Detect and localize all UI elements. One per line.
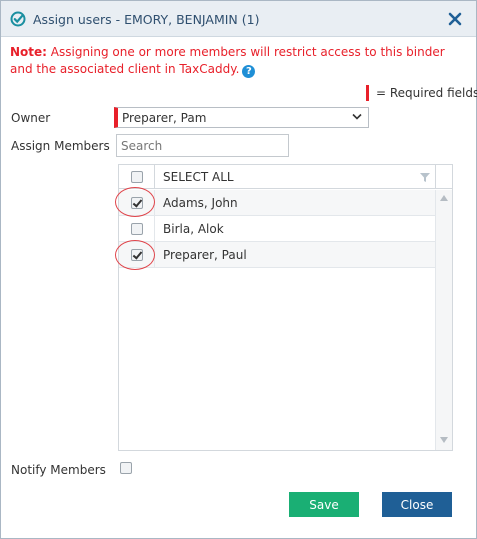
note-text: Assigning one or more members will restr… (10, 45, 445, 76)
assign-members-label: Assign Members (11, 139, 110, 153)
member-checkbox-birla-alok[interactable] (131, 223, 143, 235)
owner-select[interactable]: Preparer, Pam (114, 107, 369, 128)
member-checkbox-adams-john[interactable] (131, 197, 143, 209)
dialog-title: Assign users - EMORY, BENJAMIN (1) (33, 12, 260, 27)
note-label: Note: (10, 45, 47, 59)
save-button[interactable]: Save (289, 492, 359, 517)
member-row[interactable]: Adams, John (119, 190, 435, 216)
required-marker (366, 85, 369, 101)
member-search-input[interactable] (116, 134, 289, 157)
close-button[interactable]: Close (382, 492, 452, 517)
filter-icon[interactable] (420, 173, 430, 182)
column-divider (154, 165, 155, 189)
notify-members-label: Notify Members (11, 463, 106, 477)
member-name: Preparer, Paul (163, 248, 247, 262)
select-all-checkbox[interactable] (131, 171, 143, 183)
member-row[interactable]: Preparer, Paul (119, 242, 435, 268)
check-circle-icon (10, 11, 26, 27)
assign-users-dialog: Assign users - EMORY, BENJAMIN (1) Note:… (0, 0, 477, 539)
grid-scrollbar[interactable] (435, 190, 452, 450)
help-icon[interactable]: ? (242, 65, 256, 78)
column-divider (154, 242, 155, 268)
member-name: Birla, Alok (163, 222, 224, 236)
select-all-label: SELECT ALL (163, 170, 234, 184)
scroll-down-icon[interactable] (440, 437, 448, 443)
restriction-note: Note: Assigning one or more members will… (10, 44, 465, 78)
member-row[interactable]: Birla, Alok (119, 216, 435, 242)
close-icon[interactable] (446, 10, 464, 28)
column-divider (154, 216, 155, 242)
member-name: Adams, John (163, 196, 238, 210)
column-divider (154, 190, 155, 216)
member-checkbox-preparer-paul[interactable] (131, 249, 143, 261)
owner-label: Owner (11, 111, 51, 125)
chevron-down-icon (352, 113, 362, 120)
scroll-up-icon[interactable] (440, 195, 448, 201)
grid-header: SELECT ALL (119, 165, 452, 189)
dialog-titlebar: Assign users - EMORY, BENJAMIN (1) (1, 1, 476, 37)
required-fields-text: = Required fields (376, 86, 477, 100)
owner-select-value: Preparer, Pam (122, 111, 207, 125)
members-grid: SELECT ALL Adams, John Birla, Alok Prepa… (118, 164, 453, 451)
column-divider (435, 165, 436, 189)
notify-members-checkbox[interactable] (120, 462, 132, 474)
